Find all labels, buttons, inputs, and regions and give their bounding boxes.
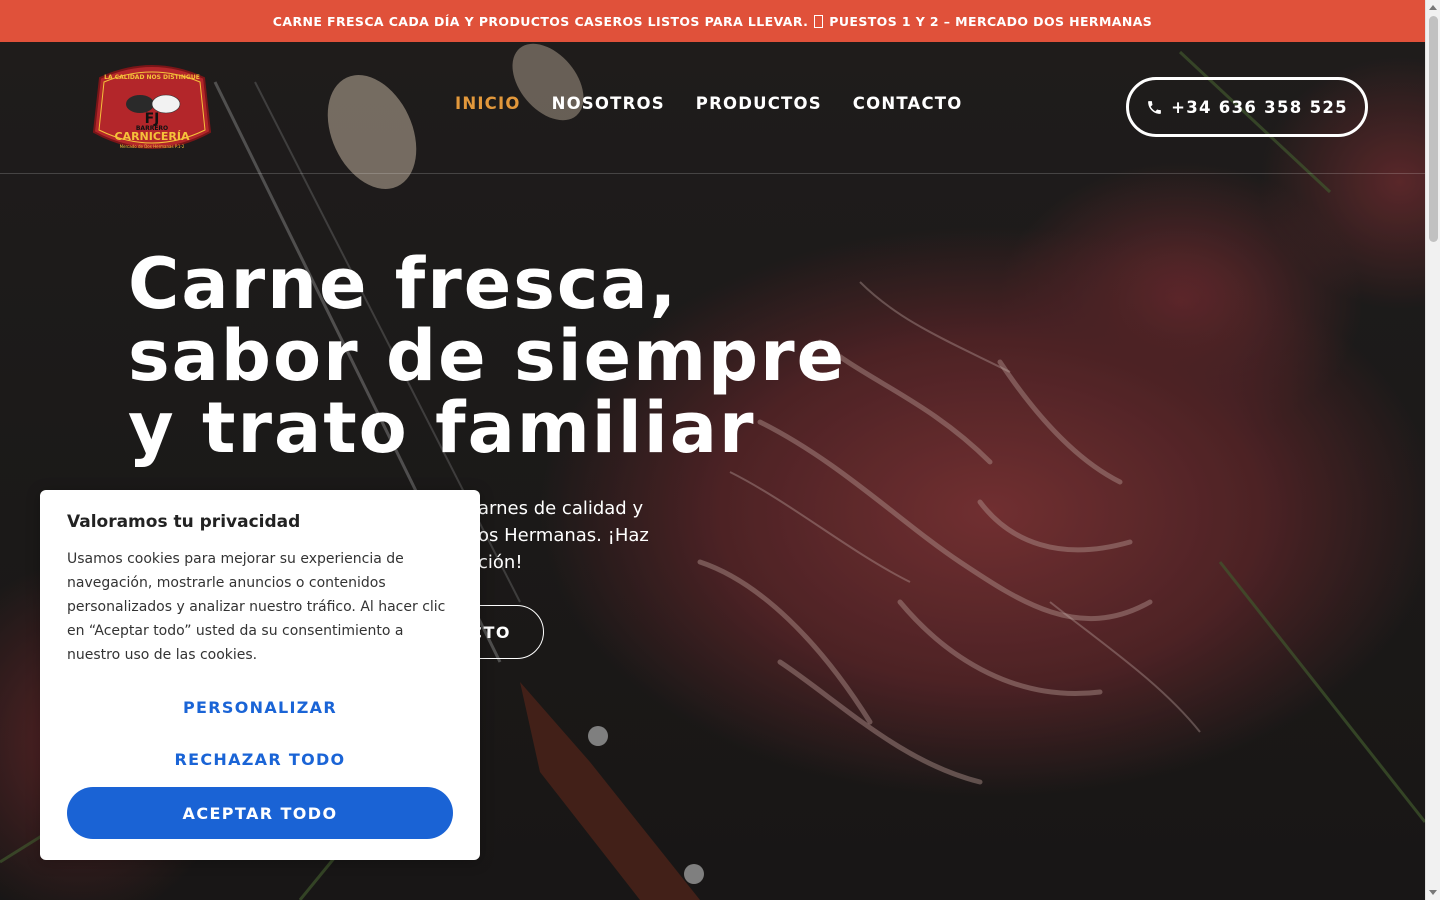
hero-title-line-1: Carne fresca, [128, 243, 679, 325]
logo-top-text: LA CALIDAD NOS DISTINGUE [104, 74, 200, 81]
logo-main-text: CARNICERÍA [114, 130, 190, 143]
hero-title-line-2: sabor de siempre [128, 315, 847, 397]
phone-number: +34 636 358 525 [1171, 97, 1348, 117]
carniceria-logo[interactable]: LA CALIDAD NOS DISTINGUE FJ BARRERO CARN… [92, 60, 212, 156]
cookie-consent-dialog: Valoramos tu privacidad Usamos cookies p… [40, 490, 480, 860]
missing-glyph-icon [814, 14, 824, 28]
hero-title: Carne fresca, sabor de siempre y trato f… [128, 248, 1028, 464]
main-nav: INICIO NOSOTROS PRODUCTOS CONTACTO [455, 94, 962, 113]
nav-item-productos[interactable]: PRODUCTOS [696, 94, 822, 113]
hero-title-line-3: y trato familiar [128, 387, 756, 469]
cookie-title: Valoramos tu privacidad [67, 512, 301, 532]
site-header: LA CALIDAD NOS DISTINGUE FJ BARRERO CARN… [0, 42, 1425, 174]
announcement-text-1: CARNE FRESCA CADA DÍA Y PRODUCTOS CASERO… [272, 13, 809, 29]
page-scrollbar[interactable] [1425, 0, 1440, 900]
cookie-body: Usamos cookies para mejorar su experienc… [67, 551, 446, 663]
nav-item-nosotros[interactable]: NOSOTROS [552, 94, 665, 113]
scroll-down-arrow-icon[interactable] [1429, 890, 1437, 895]
phone-button[interactable]: +34 636 358 525 [1126, 77, 1368, 137]
cookie-accept-all-button[interactable]: ACEPTAR TODO [67, 787, 453, 839]
scroll-up-arrow-icon[interactable] [1429, 5, 1437, 10]
cookie-customize-button[interactable]: PERSONALIZAR [67, 689, 453, 725]
announcement-text-2: PUESTOS 1 Y 2 – MERCADO DOS HERMANAS [829, 13, 1153, 29]
phone-icon [1148, 100, 1161, 114]
nav-item-contacto[interactable]: CONTACTO [853, 94, 963, 113]
scrollbar-thumb[interactable] [1429, 16, 1438, 242]
nav-item-inicio[interactable]: INICIO [455, 94, 521, 113]
logo-bottom-text: Mercado de Dos Hermanas P.1-2 [120, 144, 185, 149]
cookie-reject-all-button[interactable]: RECHAZAR TODO [67, 741, 453, 777]
announcement-bar: CARNE FRESCA CADA DÍA Y PRODUCTOS CASERO… [0, 0, 1425, 42]
